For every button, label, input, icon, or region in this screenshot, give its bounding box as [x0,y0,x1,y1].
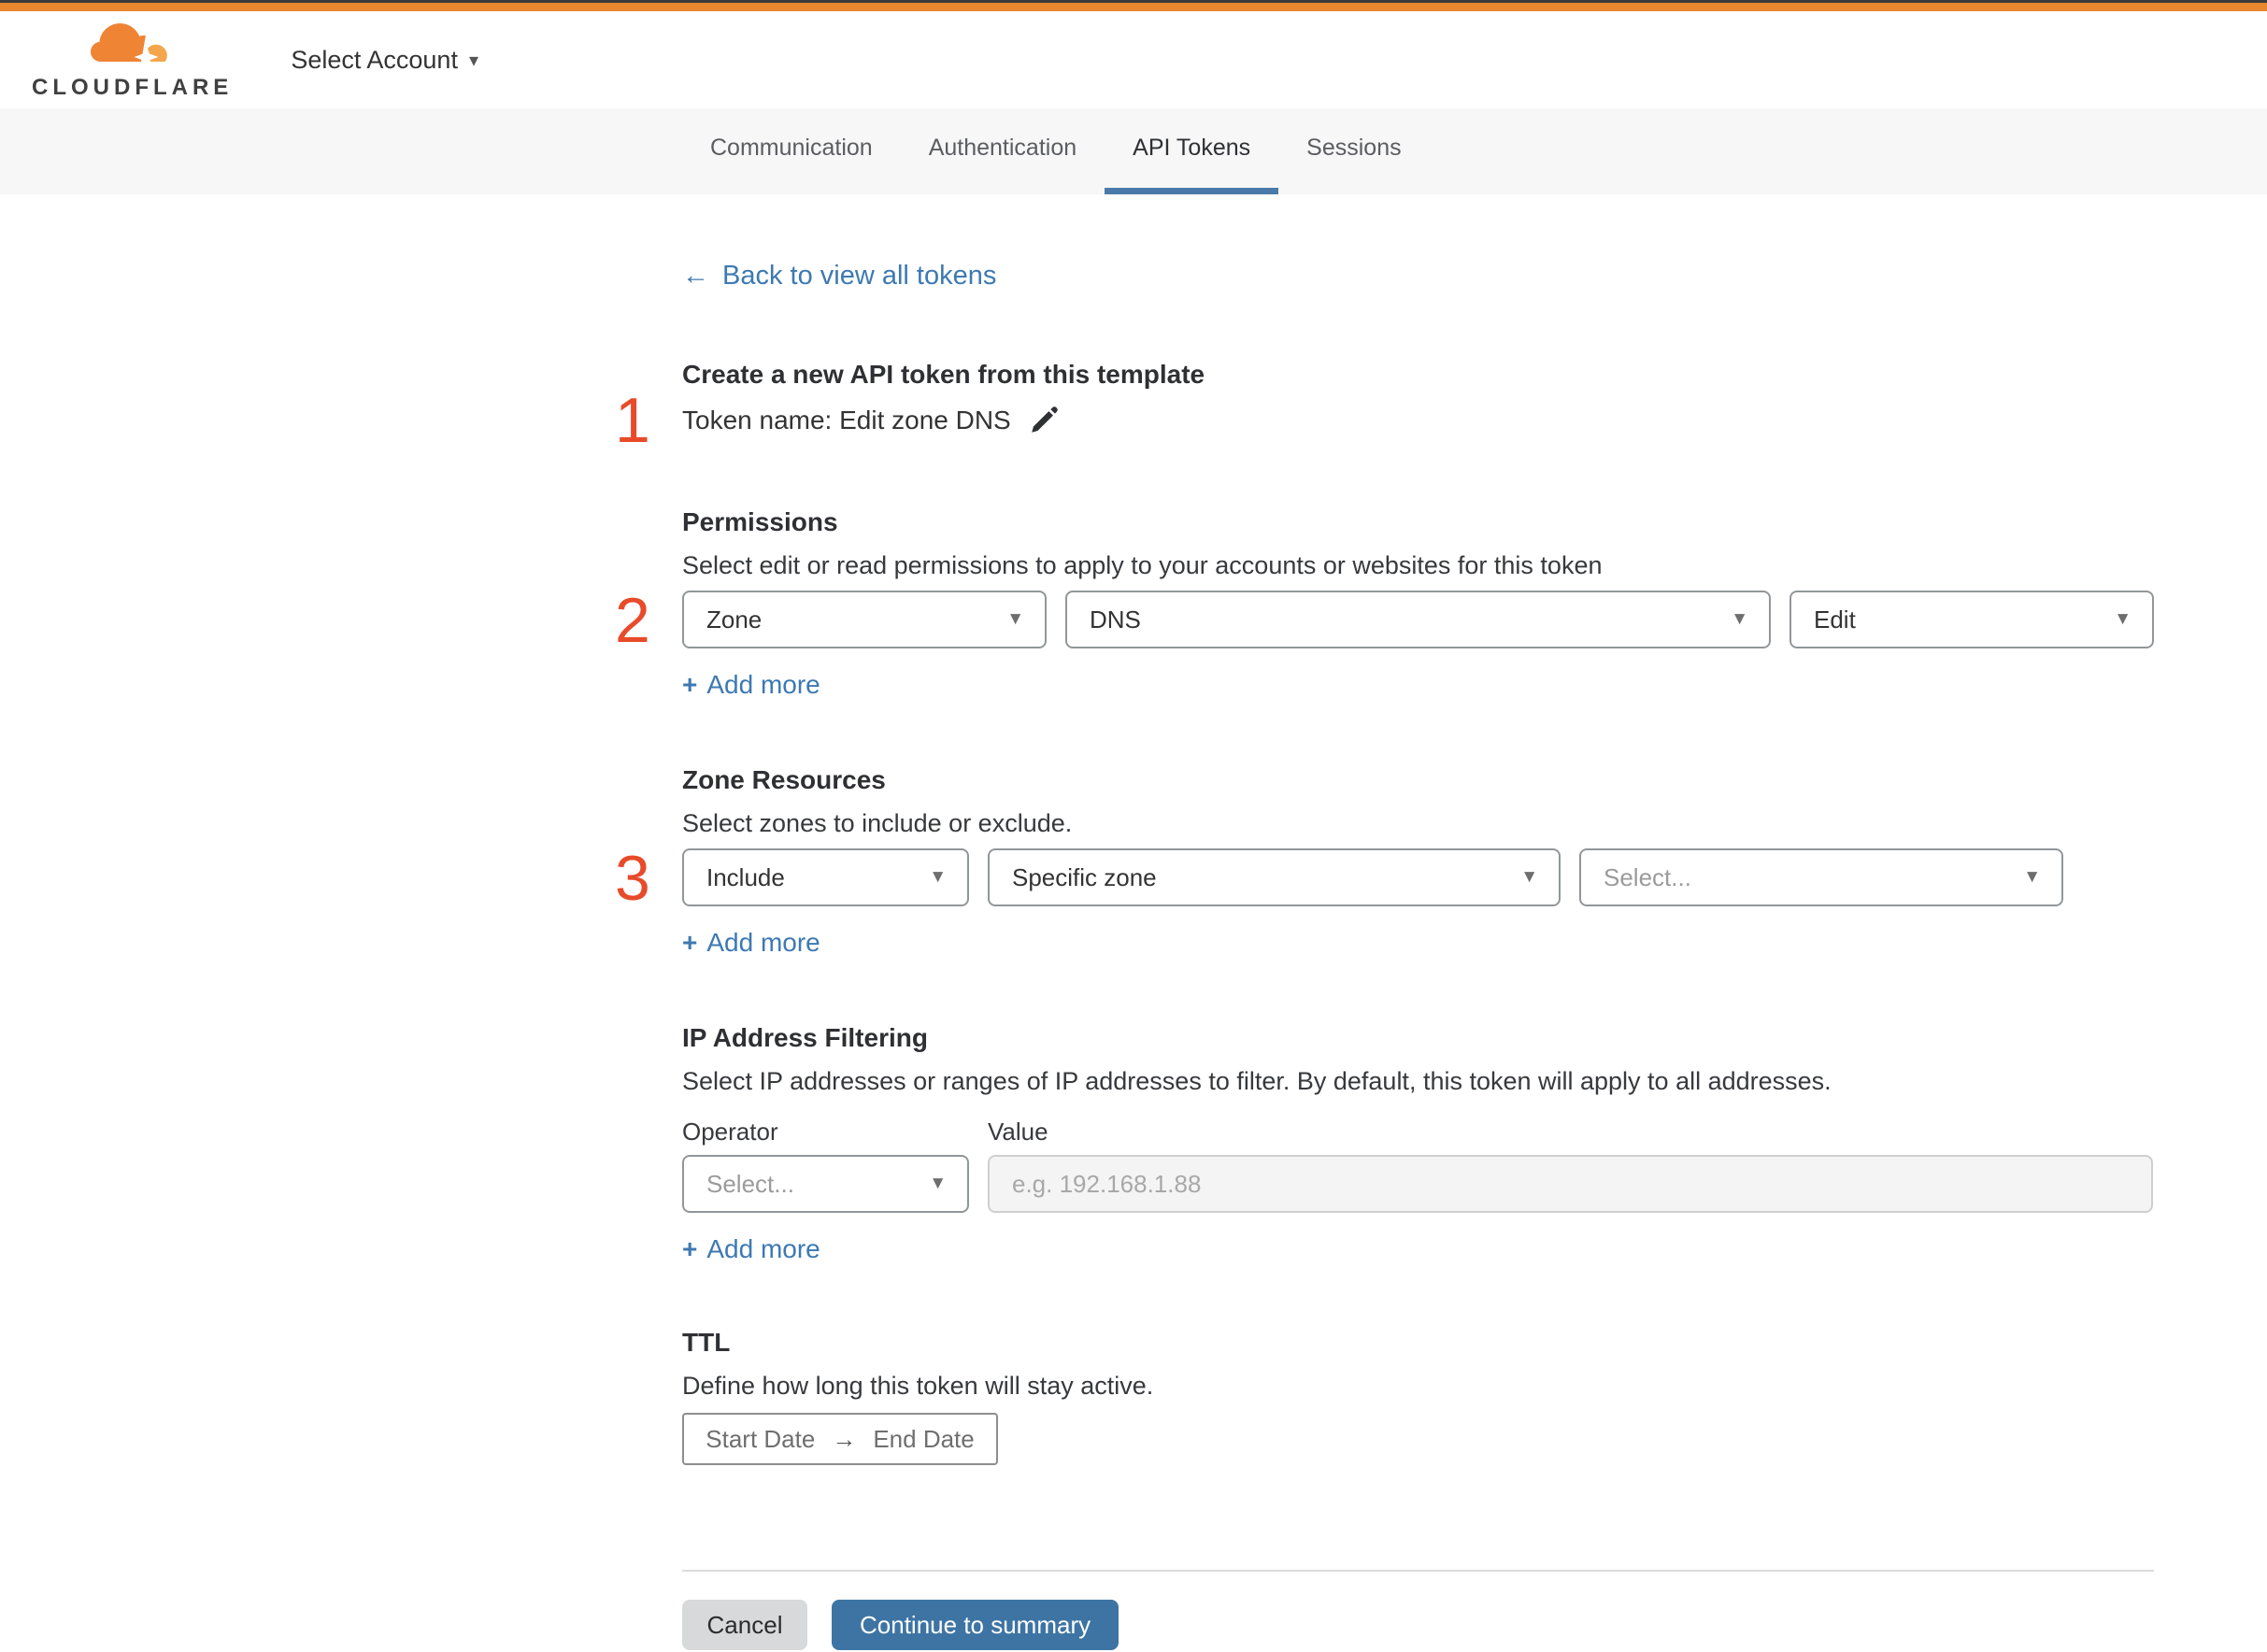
operator-label: Operator [682,1118,778,1146]
permission-resource-select[interactable]: DNS ▼ [1065,591,1771,648]
permissions-row: 2 Zone ▼ DNS ▼ Edit ▼ [615,589,2154,652]
ttl-end-date: End Date [873,1424,975,1453]
back-arrow-icon: ← [682,261,709,291]
account-selector-label: Select Account [291,45,458,74]
permission-scope-select[interactable]: Zone ▼ [682,591,1047,648]
ttl-date-range-picker[interactable]: Start Date → End Date [682,1413,998,1465]
permission-access-select[interactable]: Edit ▼ [1789,591,2154,648]
tab-authentication[interactable]: Authentication [901,108,1105,194]
ttl-start-date: Start Date [706,1424,816,1453]
permissions-heading: Permissions [682,507,838,536]
chevron-down-icon: ▼ [2114,609,2132,629]
step-1-number: 1 [615,385,650,456]
chevron-down-icon: ▼ [1006,609,1024,629]
chevron-down-icon: ▼ [1520,867,1538,887]
step-3-number: 3 [615,843,650,914]
tab-communication[interactable]: Communication [682,108,901,194]
ip-filtering-description: Select IP addresses or ranges of IP addr… [682,1067,1832,1095]
add-more-label: Add more [706,928,820,957]
token-name-text: Token name: Edit zone DNS [682,406,1011,434]
continue-to-summary-button[interactable]: Continue to summary [832,1600,1119,1650]
ip-value-column: Value [988,1118,2153,1213]
tab-bar: Communication Authentication API Tokens … [0,108,2267,194]
permissions-add-more-link[interactable]: + Add more [682,669,820,701]
cloudflare-logo[interactable]: CLOUDFLARE [32,19,233,101]
ip-operator-placeholder: Select... [706,1169,794,1198]
footer-divider [682,1570,2154,1572]
ttl-section: TTL Define how long this token will stay… [682,1325,2154,1465]
ip-filtering-heading: IP Address Filtering [682,1023,928,1052]
chevron-down-icon: ▼ [929,1174,947,1193]
permissions-section: Permissions Select edit or read permissi… [615,505,2154,701]
ip-operator-column: Operator Select... ▼ [682,1118,969,1213]
token-name-row: 1 Token name: Edit zone DNS [615,389,2154,452]
zone-scope-select[interactable]: Specific zone ▼ [988,848,1561,906]
zone-resources-description: Select zones to include or exclude. [682,809,1073,837]
app-header: CLOUDFLARE Select Account ▾ [0,11,2267,108]
tab-api-tokens[interactable]: API Tokens [1105,108,1279,194]
back-link[interactable]: ← Back to view all tokens [682,260,996,292]
create-token-form: ← Back to view all tokens Create a new A… [615,194,2154,1650]
zone-picker-select[interactable]: Select... ▼ [1579,848,2063,906]
zone-mode-select[interactable]: Include ▼ [682,848,969,906]
permission-scope-value: Zone [706,605,763,634]
permissions-description: Select edit or read permissions to apply… [682,551,1603,579]
zone-resources-section: Zone Resources Select zones to include o… [615,762,2154,959]
permission-access-value: Edit [1814,605,1856,634]
ttl-description: Define how long this token will stay act… [682,1372,1154,1400]
permission-resource-value: DNS [1090,605,1141,634]
form-title: Create a new API token from this templat… [682,360,1205,389]
add-more-label: Add more [706,670,820,699]
zone-mode-value: Include [706,862,785,891]
tab-sessions[interactable]: Sessions [1278,108,1429,194]
plus-icon: + [682,670,698,699]
plus-icon: + [682,928,698,957]
ttl-heading: TTL [682,1328,731,1357]
zone-picker-placeholder: Select... [1604,862,1691,891]
zone-scope-value: Specific zone [1012,862,1157,891]
ip-filtering-row: Operator Select... ▼ Value [682,1118,2154,1213]
chevron-down-icon: ▼ [2023,867,2041,887]
top-accent-bar [0,3,2267,11]
ip-operator-select[interactable]: Select... ▼ [682,1155,969,1213]
arrow-right-icon: → [832,1424,857,1453]
ip-filtering-section: IP Address Filtering Select IP addresses… [682,1020,2154,1265]
cloudflare-cloud-icon [90,23,167,69]
zone-resources-heading: Zone Resources [682,765,886,794]
tab-group: Communication Authentication API Tokens … [682,108,2267,194]
plus-icon: + [682,1234,698,1263]
account-selector[interactable]: Select Account ▾ [291,46,478,75]
chevron-down-icon: ▾ [468,50,478,71]
chevron-down-icon: ▼ [1731,609,1748,629]
chevron-down-icon: ▼ [929,867,947,887]
add-more-label: Add more [706,1234,820,1263]
back-link-label: Back to view all tokens [722,261,997,291]
cancel-button[interactable]: Cancel [682,1600,807,1650]
edit-pencil-icon[interactable] [1028,405,1060,436]
value-label: Value [988,1118,1048,1146]
cloudflare-wordmark: CLOUDFLARE [32,75,234,100]
step-2-number: 2 [615,585,650,656]
ip-value-input[interactable] [988,1155,2153,1213]
footer-actions: Cancel Continue to summary [682,1600,2154,1650]
ip-filtering-add-more-link[interactable]: + Add more [682,1233,820,1265]
zone-resources-add-more-link[interactable]: + Add more [682,927,820,959]
zone-resources-row: 3 Include ▼ Specific zone ▼ Select... ▼ [615,847,2154,910]
